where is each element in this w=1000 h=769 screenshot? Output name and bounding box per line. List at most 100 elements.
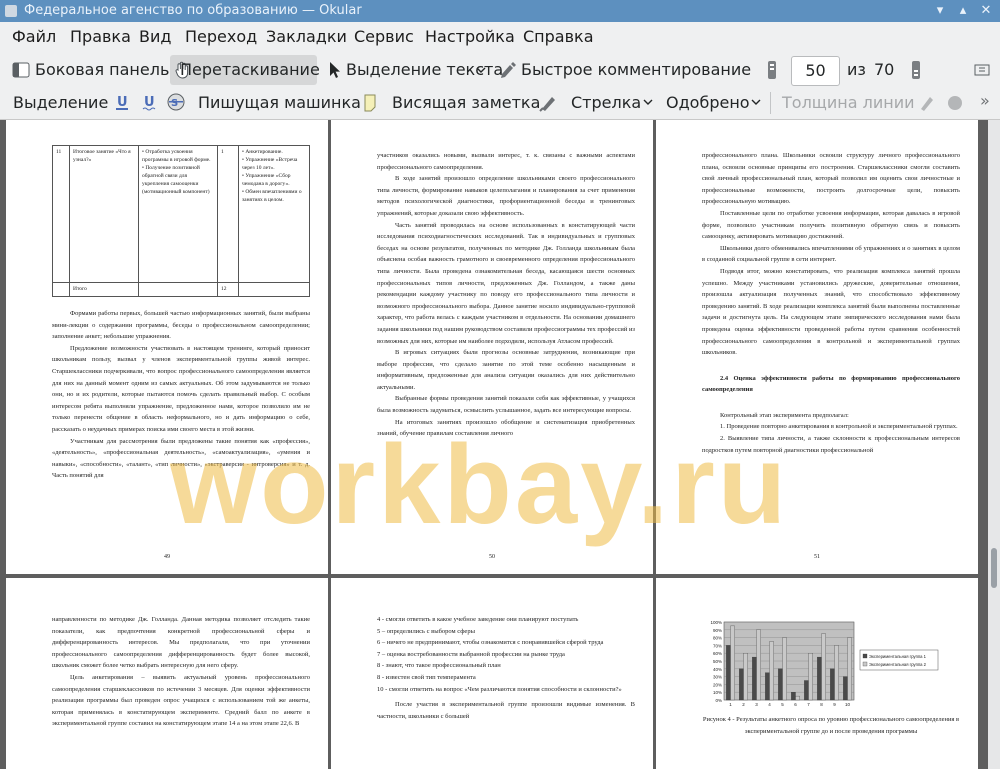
bar-1-7 [804, 680, 809, 701]
document-page-49: 11 Итоговое занятие «Что я узнал?» • Отр… [6, 120, 328, 574]
y-tick-label: 60% [713, 651, 722, 656]
paragraph: Часть занятий проводилась на основе испо… [377, 221, 635, 345]
bar-2-5 [782, 637, 787, 701]
stamp-label[interactable]: Одобрено [666, 93, 750, 112]
toolbar-divider [770, 92, 771, 114]
window-title: Федеральное агенство по образованию — Ok… [24, 3, 362, 18]
program-table: 11 Итоговое занятие «Что я узнал?» • Отр… [52, 145, 310, 297]
x-tick-label: 6 [794, 702, 797, 707]
menu-help[interactable]: Справка [523, 27, 594, 46]
page-of-label: из [847, 60, 866, 79]
bar-1-6 [791, 692, 796, 701]
bar-chart: 0% 10% 20% 30% 40% 50% 60% 70% 80% 90% 100% 1 2 3 4 5 6 7… [710, 620, 939, 707]
page-number: 51 [814, 554, 820, 560]
table-cell [238, 282, 310, 297]
underline-icon[interactable]: U [114, 93, 130, 111]
paragraph: профессионального плана. Школьники освои… [702, 152, 960, 206]
table-cell-item: • Упражнение «Сбор чемодана в дорогу». [242, 173, 291, 187]
x-tick-label: 7 [807, 702, 810, 707]
y-tick-label: 30% [713, 675, 722, 680]
toolbar-more-icon[interactable]: » [980, 91, 990, 110]
highlight-label[interactable]: Выделение [13, 93, 108, 112]
section-heading: 2.4 Оценка эффективности работы по форми… [702, 374, 960, 394]
arrow-pen-icon[interactable] [538, 93, 558, 113]
paragraph: 2. Выявление типа личности, а также скло… [702, 435, 960, 454]
bar-2-1 [730, 625, 735, 701]
typewriter-label[interactable]: Пишущая машинка [198, 93, 361, 112]
table-cell-item: • Обмен впечатлениями о занятиях в целом… [242, 189, 302, 203]
x-tick-label: 3 [755, 702, 758, 707]
table-cell: • Отработка усвоения программы в игровой… [138, 145, 218, 283]
x-tick-label: 10 [845, 702, 851, 707]
paragraph: Участникам для рассмотрения были предлож… [52, 437, 310, 480]
close-button[interactable]: ✕ [978, 3, 994, 19]
menu-file[interactable]: Файл [12, 27, 56, 46]
maximize-button[interactable]: ▴ [955, 3, 971, 19]
menu-view[interactable]: Вид [139, 27, 171, 46]
figure-caption: Рисунок 4 - Результаты анкетного опроса … [702, 716, 960, 735]
y-tick-label: 10% [713, 690, 722, 695]
color-picker-icon [921, 97, 933, 111]
page-number: 49 [164, 554, 170, 560]
paragraph: Подводя итог, можно констатировать, что … [702, 267, 960, 357]
document-viewport[interactable]: 11 Итоговое занятие «Что я узнал?» • Отр… [0, 120, 988, 769]
table-cell-item: • Упражнение «Встреча через 10 лет». [242, 157, 298, 171]
menu-edit[interactable]: Правка [70, 27, 131, 46]
page-number: 50 [489, 554, 495, 560]
menu-tools[interactable]: Сервис [354, 27, 414, 46]
list-item: 8 - известен свой тип темперамента [377, 673, 476, 681]
y-tick-label: 20% [713, 682, 722, 687]
bar-1-3 [752, 656, 757, 701]
x-tick-label: 5 [781, 702, 784, 707]
chevron-down-icon[interactable] [751, 98, 761, 106]
legend-swatch [862, 661, 868, 667]
arrow-label[interactable]: Стрелка [571, 93, 641, 112]
cursor-icon [330, 62, 340, 78]
paragraph: Формами работы первых, большей частью ин… [52, 310, 310, 341]
page-text: Формами работы первых, большей частью ин… [52, 308, 310, 482]
menu-bookmarks[interactable]: Закладки [266, 27, 347, 46]
note-icon[interactable] [363, 94, 377, 112]
menu-go[interactable]: Переход [185, 27, 257, 46]
table-cell: • Анкетирование. • Упражнение «Встреча ч… [238, 145, 310, 283]
paragraph: В ходе занятий произошло определение шко… [377, 175, 635, 217]
strikeout-icon[interactable]: S [166, 92, 186, 112]
y-tick-label: 90% [713, 628, 722, 633]
paragraph: В игровых ситуациях были прогнозы основн… [377, 349, 635, 391]
popup-note-label[interactable]: Висящая заметка [392, 93, 540, 112]
sidebar-label: Боковая панель [35, 60, 170, 79]
chevron-down-icon[interactable] [643, 98, 653, 106]
bar-1-8 [817, 656, 822, 701]
paragraph: направленности по методике Дж. Голланда.… [52, 616, 310, 670]
paragraph: Контрольный этап эксперимента предполага… [720, 411, 849, 419]
page-number-input[interactable]: 50 [791, 56, 840, 86]
minimize-button[interactable]: ▾ [932, 3, 948, 19]
list-item: 6 – ничего не предпринимают, чтобы ознак… [377, 639, 604, 647]
bar-2-7 [808, 653, 813, 701]
paragraph: Цель анкетирования – выявить актуальный … [52, 673, 310, 728]
svg-text:U: U [117, 95, 128, 110]
list-item: 5 – определились с выбором сферы [377, 627, 475, 635]
table-cell: 12 [217, 282, 239, 297]
document-page-53: 4 - смогли ответить в какое учебное заве… [331, 578, 653, 769]
page-text: профессионального плана. Школьники освои… [702, 150, 960, 456]
y-tick-label: 80% [713, 636, 722, 641]
vertical-scrollbar[interactable] [988, 120, 1000, 769]
list-item: 8 - знают, что такое профессиональный пл… [377, 662, 501, 670]
line-width-label: Толщина линии [782, 93, 915, 112]
bar-1-9 [830, 668, 835, 701]
sidebar-icon [12, 62, 30, 78]
legend-box [859, 649, 939, 671]
squiggly-icon[interactable]: U [141, 93, 157, 111]
page-down-icon[interactable] [910, 60, 922, 80]
paragraph: На итоговых занятиях произошло обобщение… [377, 418, 635, 438]
bar-2-9 [834, 645, 839, 701]
annotation-toolbar: Выделение U U S Пишущая машинка Висящая … [0, 88, 1000, 120]
toolbar-extension-icon[interactable] [974, 64, 990, 76]
bar-2-6 [795, 695, 800, 701]
paragraph: После участия в экспериментальной группе… [377, 701, 635, 720]
scrollbar-thumb[interactable] [991, 548, 997, 588]
page-up-icon[interactable] [766, 60, 778, 80]
x-tick-label: 9 [833, 702, 836, 707]
menu-settings[interactable]: Настройка [425, 27, 515, 46]
